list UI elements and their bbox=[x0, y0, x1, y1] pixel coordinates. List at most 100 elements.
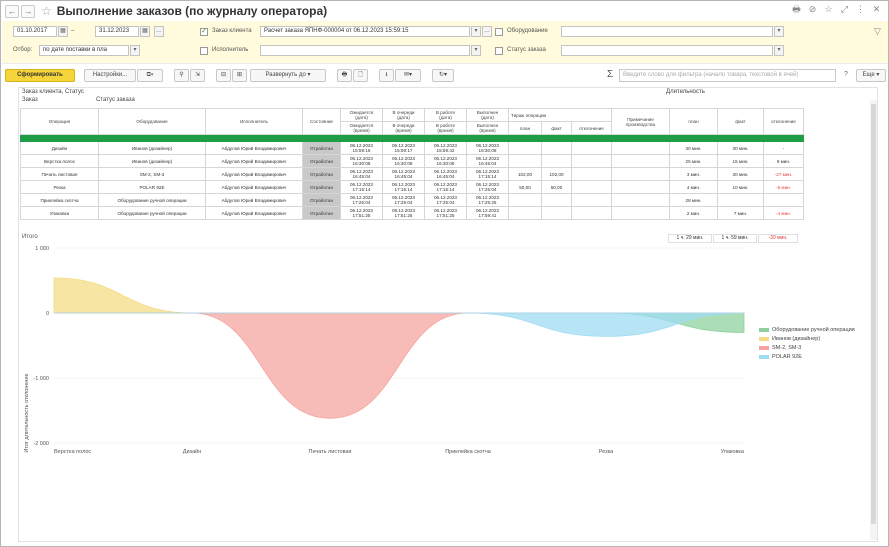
more-icon[interactable]: ⋮ bbox=[855, 4, 866, 15]
client-order-input[interactable]: Расчет заказа ЯПНФ-000004 от 06.12.2023 … bbox=[260, 26, 470, 37]
equipment-checkbox[interactable] bbox=[495, 28, 503, 36]
link-icon[interactable]: ⊘ bbox=[807, 4, 818, 15]
operations-table: Операция Оборудование Исполнитель Состоя… bbox=[20, 108, 804, 220]
legend-label: Оборудование ручной операции bbox=[772, 327, 855, 333]
date-to-input[interactable]: 31.12.2023 bbox=[95, 26, 139, 37]
cell-dur-fact bbox=[717, 193, 764, 207]
search-input[interactable]: Введите слово для фильтра (начало товара… bbox=[619, 69, 836, 82]
table-row[interactable]: Верстка полос Иванов (дизайнер) Абдулов Юр… bbox=[20, 154, 804, 168]
col-dur-fact: факт bbox=[717, 108, 764, 135]
scrollbar-thumb[interactable] bbox=[871, 104, 876, 524]
back-button[interactable]: ← bbox=[5, 4, 19, 18]
cell-dur-plan: 4 мин. bbox=[669, 180, 718, 194]
expand-icon[interactable]: ⤢ bbox=[839, 4, 850, 15]
cell-equipment: SM-2, SM-3 bbox=[98, 167, 206, 181]
period-select-button[interactable]: … bbox=[154, 26, 164, 37]
cell-inwork: 06.12.2023 15:59:42 bbox=[424, 141, 467, 155]
print-button[interactable]: 🖶 bbox=[337, 69, 352, 82]
table-row[interactable]: Приклейка скотча Оборудование ручной опер… bbox=[20, 193, 804, 207]
cell-expected: 06.12.2023 16:45:04 bbox=[340, 167, 383, 181]
x-tick-label: Печать листовая bbox=[309, 449, 352, 455]
send-button[interactable]: ✉▾ bbox=[395, 69, 421, 82]
cell-note bbox=[611, 141, 670, 155]
grouping-line-2: Заказ bbox=[22, 97, 38, 103]
filter-panel: 01.10.2017 ▦ – 31.12.2023 ▦ … Отбор: по … bbox=[2, 21, 888, 64]
expand-to-button[interactable]: Развернуть до ▾ bbox=[250, 69, 326, 82]
favorite-star-icon[interactable]: ☆ bbox=[41, 4, 52, 18]
filter-icon[interactable]: ▽ bbox=[874, 26, 881, 37]
legend-label: Иванов (дизайнер) bbox=[772, 336, 821, 342]
date-from-input[interactable]: 01.10.2017 bbox=[13, 26, 57, 37]
selection-dropdown-icon[interactable]: ▾ bbox=[130, 45, 140, 56]
sigma-icon[interactable]: Σ bbox=[607, 69, 613, 80]
generate-button[interactable]: Сформировать bbox=[5, 69, 75, 82]
help-icon[interactable]: ? bbox=[844, 69, 848, 80]
preview-button[interactable]: 🗋 bbox=[353, 69, 368, 82]
client-order-select-button[interactable]: … bbox=[482, 26, 492, 37]
order-status-checkbox[interactable] bbox=[495, 47, 503, 55]
cell-expected: 06.12.2023 15:59:16 bbox=[340, 141, 383, 155]
order-status-label: Статус заказа bbox=[507, 47, 546, 53]
table-row[interactable]: Печать листовая SM-2, SM-3 Абдулов Юрий Вл… bbox=[20, 167, 804, 181]
cell-dur-plan: 30 мин. bbox=[669, 141, 718, 155]
cell-inwork: 06.12.2023 17:15:14 bbox=[424, 180, 467, 194]
order-status-input[interactable] bbox=[561, 45, 773, 56]
favorite-icon[interactable]: ☆ bbox=[823, 4, 834, 15]
order-status-dropdown-icon[interactable]: ▾ bbox=[774, 45, 784, 56]
find-next-button[interactable]: ⇲ bbox=[190, 69, 205, 82]
collapse-button[interactable]: ⊟ bbox=[216, 69, 231, 82]
executor-dropdown-icon[interactable]: ▾ bbox=[471, 45, 481, 56]
refresh-button[interactable]: ↻▾ bbox=[432, 69, 454, 82]
equipment-input[interactable] bbox=[561, 26, 773, 37]
cell-done: 06.12.2023 17:59:41 bbox=[466, 206, 509, 220]
chart-y-label: Итог длительность отклонение bbox=[24, 373, 30, 452]
col-raw-ops: Тираж операции bbox=[508, 108, 612, 122]
executor-input[interactable] bbox=[260, 45, 470, 56]
legend-label: POLAR 92E bbox=[772, 354, 802, 360]
more-button[interactable]: Еще ▾ bbox=[856, 69, 886, 82]
client-order-checkbox[interactable]: ✓ bbox=[200, 28, 208, 36]
vertical-scrollbar[interactable] bbox=[870, 100, 877, 540]
cell-dur-fact: 30 мин. bbox=[717, 167, 764, 181]
cell-raw-fact bbox=[541, 193, 572, 207]
print-icon[interactable]: 🖶 bbox=[791, 4, 802, 15]
close-icon[interactable]: ✕ bbox=[871, 4, 882, 15]
col-done-date: Выполнен (дата) bbox=[466, 108, 509, 122]
group-total-row[interactable] bbox=[20, 134, 804, 142]
cell-note bbox=[611, 167, 670, 181]
table-row[interactable]: Дизайн Иванов (дизайнер) Абдулов Юрий Влад… bbox=[20, 141, 804, 155]
date-from-calendar-icon[interactable]: ▦ bbox=[58, 26, 68, 37]
equipment-dropdown-icon[interactable]: ▾ bbox=[774, 26, 784, 37]
legend-item: POLAR 92E bbox=[759, 354, 802, 360]
cell-queue: 06.12.2023 17:51:25 bbox=[382, 206, 425, 220]
cell-expected: 06.12.2023 17:25:04 bbox=[340, 193, 383, 207]
settings-button[interactable]: Настройки... bbox=[84, 69, 136, 82]
legend-swatch bbox=[759, 355, 769, 359]
cell-dur-fact: 30 мин. bbox=[717, 141, 764, 155]
client-order-dropdown-icon[interactable]: ▾ bbox=[471, 26, 481, 37]
cell-expected: 06.12.2023 16:30:08 bbox=[340, 154, 383, 168]
cell-raw-fact: 50,00 bbox=[541, 180, 572, 194]
cell-executor: Абдулов Юрий Владимирович bbox=[205, 180, 303, 194]
download-icon: ⭳ bbox=[385, 72, 388, 78]
page-title: Выполнение заказов (по журналу оператора… bbox=[56, 4, 328, 18]
variants-button[interactable]: ⧉▾ bbox=[137, 69, 163, 82]
cell-equipment: POLAR 92E bbox=[98, 180, 206, 194]
find-next-icon: ⇲ bbox=[194, 72, 201, 78]
cell-expected: 06.12.2023 17:15:14 bbox=[340, 180, 383, 194]
expand-button[interactable]: ⊞ bbox=[232, 69, 247, 82]
forward-button[interactable]: → bbox=[21, 4, 35, 18]
cell-raw-fact bbox=[541, 154, 572, 168]
table-row[interactable]: Резка POLAR 92E Абдулов Юрий Владимирович О… bbox=[20, 180, 804, 194]
legend-label: SM-2, SM-3 bbox=[772, 345, 802, 351]
cell-queue: 06.12.2023 15:59:17 bbox=[382, 141, 425, 155]
find-button[interactable]: ⚲ bbox=[174, 69, 189, 82]
col-dur-plan: план bbox=[669, 108, 718, 135]
expand-to-label: Развернуть до bbox=[265, 72, 306, 78]
selection-select[interactable]: по дате поставки в пла bbox=[39, 45, 129, 56]
save-button[interactable]: ⭳ bbox=[379, 69, 394, 82]
table-row[interactable]: Упаковка Оборудование ручной операции Абду… bbox=[20, 206, 804, 220]
date-to-calendar-icon[interactable]: ▦ bbox=[140, 26, 150, 37]
cell-dur-fact: 15 мин. bbox=[717, 154, 764, 168]
executor-checkbox[interactable] bbox=[200, 47, 208, 55]
